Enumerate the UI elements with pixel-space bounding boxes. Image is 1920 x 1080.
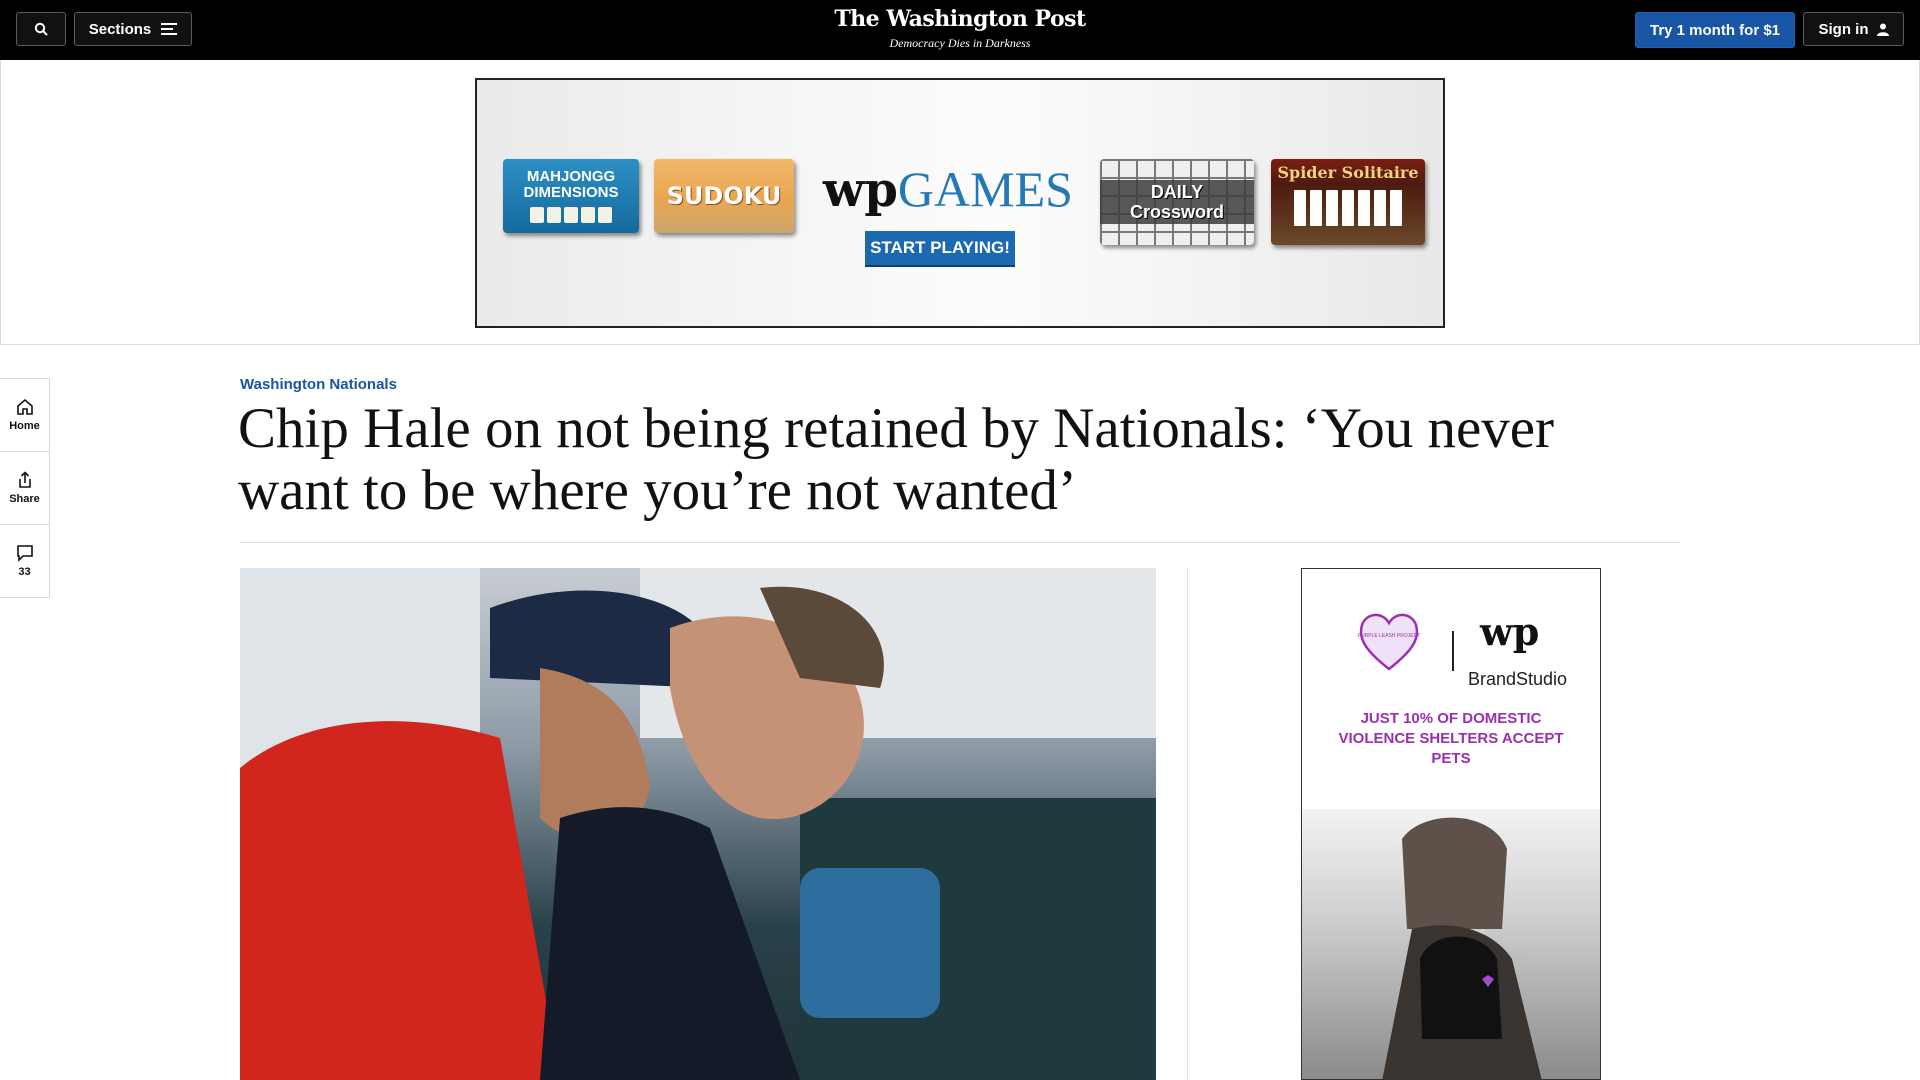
wp-games-word: GAMES [897,161,1073,217]
sudoku-tile[interactable]: SUDOKU [654,159,794,233]
rail-home-label: Home [9,420,40,432]
column-divider [1187,568,1188,1080]
sign-in-label: Sign in [1818,20,1869,38]
spider-solitaire-label: Spider Solitaire [1277,163,1419,182]
comments-count: 33 [18,566,31,578]
search-button[interactable] [16,12,66,46]
share-icon [18,471,31,488]
article-headline: Chip Hale on not being retained by Natio… [238,397,1555,522]
rail-share-label: Share [9,493,40,505]
start-playing-label: START PLAYING! [870,238,1010,257]
purple-leash-name: PURPLE LEASH PROJECT [1358,633,1421,639]
brandstudio-label: BrandStudio [1468,669,1568,689]
rail-home[interactable]: Home [0,379,49,452]
purple-leash-logo: PURPLE LEASH PROJECT [1358,613,1421,671]
hero-photo-graphic [240,568,1156,1080]
cards-graphic [1294,190,1402,226]
crossword-label: DAILY Crossword [1100,180,1254,224]
site-logo[interactable]: The Washington Post [760,6,1160,32]
subscribe-label: Try 1 month for $1 [1649,21,1781,39]
menu-icon [161,23,178,35]
start-playing-button[interactable]: START PLAYING! [865,231,1015,267]
headline-divider [240,542,1680,543]
mahjongg-tiles-graphic [530,207,612,223]
crossword-tile[interactable]: DAILY Crossword [1100,159,1254,245]
user-icon [1876,23,1889,36]
sudoku-label: SUDOKU [666,182,782,210]
search-icon [34,22,48,36]
hero-photo[interactable] [240,568,1156,1080]
site-tagline: Democracy Dies in Darkness [889,36,1031,50]
subscribe-button[interactable]: Try 1 month for $1 [1635,12,1795,48]
ad-logo-divider [1452,631,1454,671]
rail-share[interactable]: Share [0,452,49,525]
left-rail: Home Share 33 [0,378,50,598]
sections-button[interactable]: Sections [74,12,192,46]
masthead[interactable]: The Washington Post Democracy Dies in Da… [760,6,1160,51]
ad-photo [1302,809,1600,1079]
sections-label: Sections [88,20,152,38]
home-icon [16,398,33,415]
spider-solitaire-tile[interactable]: Spider Solitaire [1271,159,1425,245]
wp-logo: wp [1480,609,1540,654]
mahjongg-label: MAHJONGG DIMENSIONS [523,168,619,201]
comment-icon [16,545,33,562]
games-ad-banner[interactable]: MAHJONGG DIMENSIONS SUDOKU wpGAMES START… [475,78,1445,328]
rail-comments[interactable]: 33 [0,525,49,597]
top-nav: Sections The Washington Post Democracy D… [0,0,1920,60]
sign-in-button[interactable]: Sign in [1803,12,1904,46]
section-kicker[interactable]: Washington Nationals [240,376,397,393]
brandstudio-ad[interactable]: PURPLE LEASH PROJECT wp BrandStudio JUST… [1301,568,1601,1080]
wp-games-mark: wp [823,162,898,218]
wp-games-logo: wpGAMES [823,160,1073,218]
ad-slogan: JUST 10% OF DOMESTIC VIOLENCE SHELTERS A… [1338,710,1564,767]
mahjongg-tile[interactable]: MAHJONGG DIMENSIONS [503,159,639,233]
